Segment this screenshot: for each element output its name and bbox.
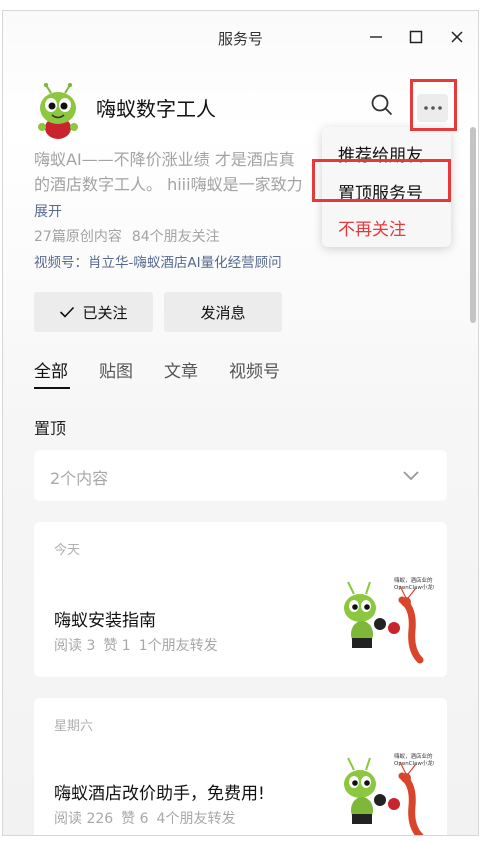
avatar[interactable] <box>33 83 83 141</box>
description-line-1: 嗨蚁AI——不降价涨业绩 才是酒店真 <box>34 150 295 169</box>
service-account-window: 服务号 嗨蚁数字工人 嗨蚁AI——不降价涨业绩 才是酒店真 的酒店数字工人。 h… <box>2 10 479 836</box>
article-thumbnail: 嗨蚁，酒店业的 OpenClaw小龙虾 <box>344 752 434 835</box>
article-meta: 阅读 226 赞 6 4个朋友转发 <box>54 808 235 828</box>
video-channel-link[interactable]: 视频号：肖立华-嗨蚁酒店AI量化经营顾问 <box>34 251 282 271</box>
article-date: 星期六 <box>54 719 94 734</box>
article-date: 今天 <box>54 543 81 558</box>
read-count: 阅读 226 <box>54 811 114 827</box>
active-tab-indicator <box>34 387 70 389</box>
minimize-icon[interactable] <box>363 24 389 50</box>
share-count: 1个朋友转发 <box>138 638 218 654</box>
followed-label: 已关注 <box>82 303 128 322</box>
like-count: 赞 6 <box>121 811 149 827</box>
title-bar: 服务号 <box>3 11 478 63</box>
followed-button[interactable]: 已关注 <box>34 292 153 332</box>
pinned-section-label: 置顶 <box>34 419 67 438</box>
scrollbar-thumb[interactable] <box>470 127 476 323</box>
share-count: 4个朋友转发 <box>156 811 236 827</box>
tab-channel[interactable]: 视频号 <box>229 357 280 382</box>
pin-item-highlight <box>312 159 451 202</box>
message-label: 发消息 <box>200 303 246 322</box>
check-icon <box>60 306 75 318</box>
account-description: 嗨蚁AI——不降价涨业绩 才是酒店真 的酒店数字工人。 hiii嗨蚁是一家致力 <box>34 147 324 197</box>
send-message-button[interactable]: 发消息 <box>164 292 282 332</box>
article-card[interactable]: 今天 嗨蚁安装指南 阅读 3 赞 1 1个朋友转发 嗨蚁，酒店业的 OpenClaw… <box>34 522 447 677</box>
pinned-content-dropdown[interactable]: 2个内容 <box>34 450 447 501</box>
chevron-down-icon <box>403 471 419 481</box>
description-line-2: 的酒店数字工人。 hiii嗨蚁是一家致力 <box>34 175 303 194</box>
thumbnail-caption: 嗨蚁，酒店业的 <box>394 752 433 760</box>
article-card[interactable]: 星期六 嗨蚁酒店改价助手，免费用! 阅读 226 赞 6 4个朋友转发 嗨蚁，酒店业… <box>34 698 447 835</box>
account-stats: 27篇原创内容 84个朋友关注 <box>34 226 220 246</box>
original-count: 27篇原创内容 <box>34 229 122 245</box>
more-button-highlight <box>410 79 457 131</box>
article-meta: 阅读 3 赞 1 1个朋友转发 <box>54 635 218 655</box>
tab-articles[interactable]: 文章 <box>164 357 198 382</box>
article-title: 嗨蚁酒店改价助手，免费用! <box>54 784 265 804</box>
search-icon[interactable] <box>370 93 394 117</box>
tab-all[interactable]: 全部 <box>34 357 68 382</box>
account-name: 嗨蚁数字工人 <box>96 97 216 121</box>
expand-link[interactable]: 展开 <box>34 201 62 221</box>
read-count: 阅读 3 <box>54 638 96 654</box>
close-icon[interactable] <box>444 24 470 50</box>
article-title: 嗨蚁安装指南 <box>54 611 156 631</box>
friends-following: 84个朋友关注 <box>131 229 220 245</box>
thumbnail-caption: 嗨蚁，酒店业的 <box>394 576 433 584</box>
menu-item-unfollow[interactable]: 不再关注 <box>338 215 406 240</box>
pinned-count: 2个内容 <box>50 469 109 488</box>
article-thumbnail: 嗨蚁，酒店业的 OpenClaw小龙虾 <box>344 576 434 664</box>
maximize-icon[interactable] <box>403 24 429 50</box>
tab-posts[interactable]: 贴图 <box>99 357 133 382</box>
like-count: 赞 1 <box>103 638 131 654</box>
